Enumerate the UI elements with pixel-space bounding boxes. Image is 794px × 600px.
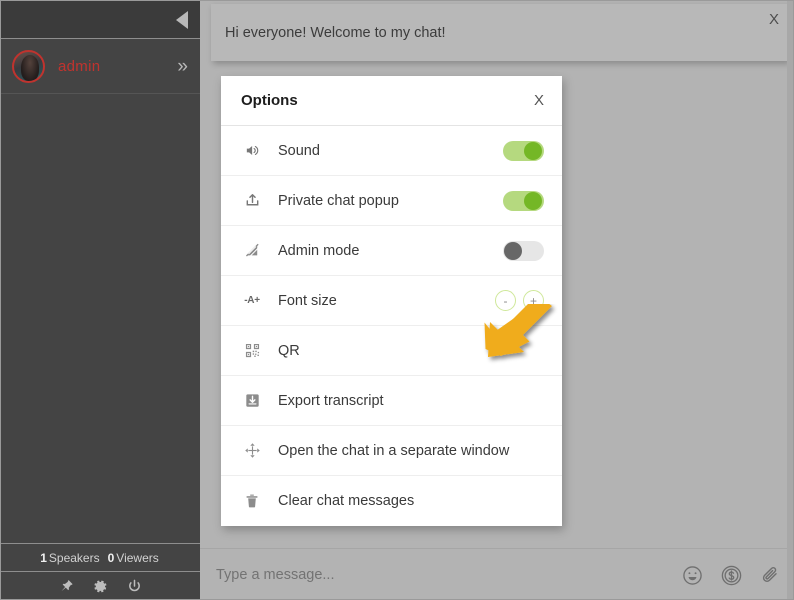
emoji-icon[interactable] [682, 565, 703, 586]
sidebar-user-row[interactable]: admin » [1, 39, 200, 94]
move-arrows-icon [241, 442, 263, 459]
options-title: Options [241, 92, 534, 109]
option-label-open-separate-window: Open the chat in a separate window [278, 443, 544, 459]
toggle-private-chat-popup[interactable] [503, 191, 544, 211]
font-size-decrease-button[interactable]: - [495, 290, 516, 311]
right-scroll-strip[interactable] [787, 1, 793, 600]
user-avatar [12, 50, 45, 83]
toggle-knob [524, 192, 542, 210]
option-label-font-size: Font size [278, 293, 495, 309]
option-row-admin-mode[interactable]: Admin mode [221, 226, 562, 276]
sidebar-topbar [1, 1, 200, 39]
chat-main-area: Hi everyone! Welcome to my chat! X Optio… [200, 1, 794, 600]
popup-window-icon [241, 192, 263, 209]
welcome-banner: Hi everyone! Welcome to my chat! X [211, 4, 788, 61]
sidebar: admin » 1 Speakers 0 Viewers [1, 1, 200, 600]
font-size-icon: -A+ [241, 296, 263, 306]
username-label: admin [58, 58, 177, 75]
option-label-sound: Sound [278, 143, 503, 159]
export-download-icon [241, 393, 263, 408]
qr-code-icon [241, 343, 263, 358]
option-row-qr[interactable]: QR [221, 326, 562, 376]
option-row-font-size[interactable]: -A+ Font size - + [221, 276, 562, 326]
toggle-admin-mode[interactable] [503, 241, 544, 261]
toggle-sound[interactable] [503, 141, 544, 161]
trash-icon [241, 493, 263, 509]
pin-icon[interactable] [59, 579, 74, 594]
options-panel-header: Options X [221, 76, 562, 126]
speakers-count: 1 [40, 551, 47, 565]
tip-dollar-icon[interactable] [720, 564, 743, 587]
composer-icon-group [682, 564, 781, 587]
sidebar-footer-toolbar [1, 572, 200, 600]
power-icon[interactable] [127, 579, 142, 594]
viewers-label: Viewers [116, 551, 158, 565]
viewers-count: 0 [108, 551, 115, 565]
triangle-left-icon[interactable] [176, 11, 188, 29]
option-row-clear-chat-messages[interactable]: Clear chat messages [221, 476, 562, 526]
speaker-volume-icon [241, 142, 263, 159]
sidebar-user-list [1, 94, 200, 543]
option-row-sound[interactable]: Sound [221, 126, 562, 176]
toggle-knob [524, 142, 542, 160]
toggle-knob [504, 242, 522, 260]
options-panel: Options X Sound [221, 76, 562, 526]
attachment-paperclip-icon[interactable] [760, 565, 781, 586]
chevron-double-right-icon[interactable]: » [177, 57, 188, 76]
gear-icon[interactable] [93, 579, 108, 594]
option-label-clear-chat-messages: Clear chat messages [278, 493, 544, 509]
options-close-icon[interactable]: X [534, 93, 544, 108]
chat-application-window: admin » 1 Speakers 0 Viewers [0, 0, 794, 600]
font-size-stepper: - + [495, 290, 544, 311]
message-composer-bar [200, 548, 794, 600]
option-label-admin-mode: Admin mode [278, 243, 503, 259]
sidebar-stats-bar: 1 Speakers 0 Viewers [1, 543, 200, 572]
message-input[interactable] [216, 567, 682, 583]
welcome-message-text: Hi everyone! Welcome to my chat! [211, 25, 446, 41]
option-label-private-chat-popup: Private chat popup [278, 193, 503, 209]
option-row-private-chat-popup[interactable]: Private chat popup [221, 176, 562, 226]
welcome-banner-close-icon[interactable]: X [769, 12, 779, 27]
speakers-label: Speakers [49, 551, 100, 565]
option-label-qr: QR [278, 343, 544, 359]
option-label-export-transcript: Export transcript [278, 393, 544, 409]
option-row-open-separate-window[interactable]: Open the chat in a separate window [221, 426, 562, 476]
option-row-export-transcript[interactable]: Export transcript [221, 376, 562, 426]
font-size-increase-button[interactable]: + [523, 290, 544, 311]
admin-mode-icon [241, 242, 263, 259]
